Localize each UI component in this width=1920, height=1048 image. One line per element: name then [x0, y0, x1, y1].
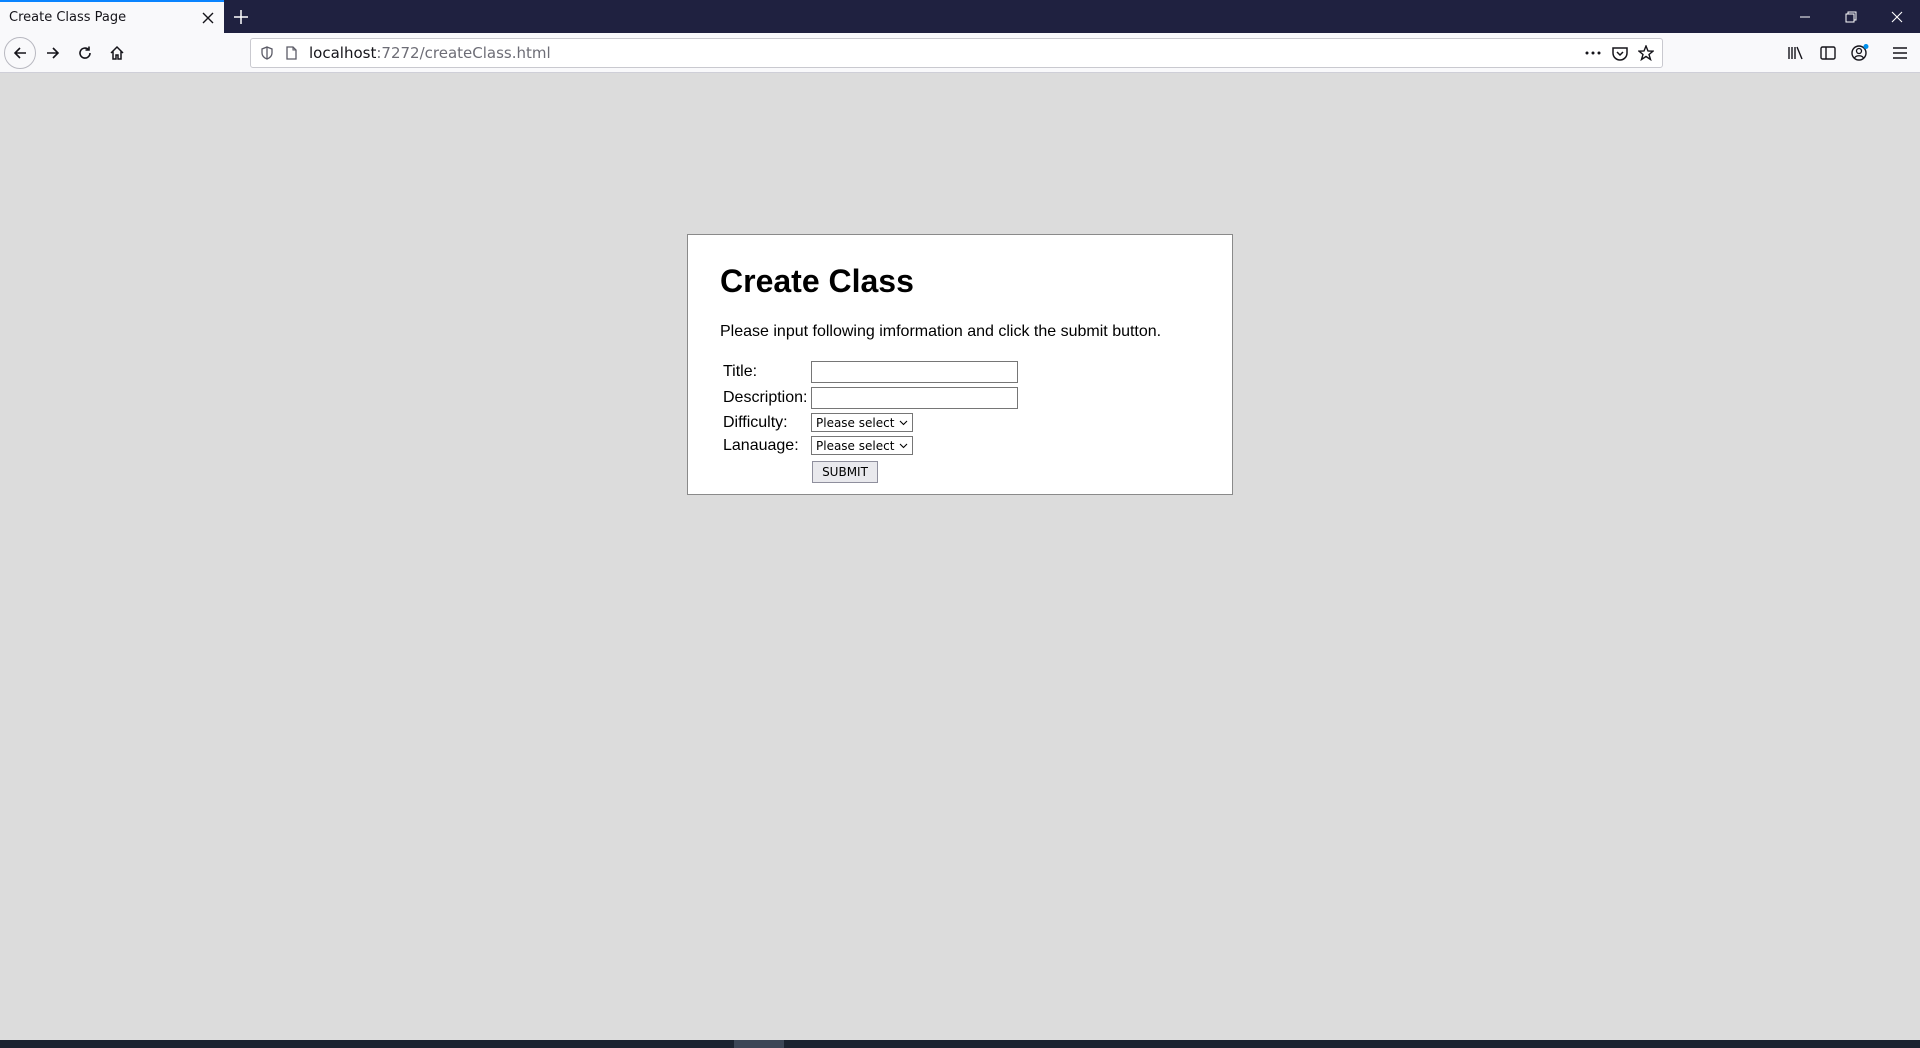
address-bar[interactable]: localhost:7272/createClass.html: [250, 38, 1663, 68]
submit-button[interactable]: SUBMIT: [812, 461, 878, 483]
forward-button[interactable]: [37, 37, 69, 69]
url-path: :7272/createClass.html: [376, 44, 551, 62]
page-title: Create Class: [720, 263, 914, 299]
home-icon: [110, 45, 124, 60]
instructions-text: Please input following imformation and c…: [720, 323, 1162, 340]
title-input[interactable]: [811, 361, 1018, 383]
restore-icon[interactable]: [1828, 0, 1874, 33]
minimize-icon[interactable]: [1782, 0, 1828, 33]
shield-icon[interactable]: [255, 39, 279, 67]
tab-title: Create Class Page: [9, 10, 127, 25]
title-label: Title:: [723, 363, 758, 380]
chevron-down-icon: [899, 420, 908, 425]
difficulty-selected-value: Please select: [816, 415, 895, 430]
tab-create-class[interactable]: Create Class Page: [0, 0, 224, 33]
sidebar-icon[interactable]: [1812, 37, 1844, 69]
taskbar: [0, 1040, 1920, 1048]
language-row: Lanauage: Please select: [723, 436, 913, 455]
title-row: Title:: [723, 361, 1018, 383]
description-input[interactable]: [811, 387, 1018, 409]
language-label: Lanauage:: [723, 436, 799, 454]
library-icon[interactable]: [1780, 37, 1812, 69]
hamburger-icon[interactable]: [1884, 37, 1916, 69]
pocket-icon[interactable]: [1608, 39, 1632, 67]
description-row: Description:: [723, 387, 1018, 409]
close-icon[interactable]: [194, 4, 222, 32]
taskbar-active-app[interactable]: [734, 1040, 784, 1048]
description-label: Description:: [723, 389, 808, 406]
difficulty-label: Difficulty:: [723, 413, 788, 431]
more-icon[interactable]: [1581, 39, 1605, 67]
navigation-toolbar: localhost:7272/createClass.html: [0, 33, 1920, 73]
difficulty-row: Difficulty: Please select: [723, 413, 913, 432]
arrow-left-icon: [13, 47, 26, 59]
star-icon[interactable]: [1634, 39, 1658, 67]
arrow-right-icon: [47, 47, 60, 59]
create-class-card: Create Class Please input following imfo…: [687, 234, 1233, 495]
url-text[interactable]: localhost:7272/createClass.html: [309, 39, 551, 67]
account-icon[interactable]: [1844, 37, 1876, 69]
url-host: localhost: [309, 44, 377, 62]
page-icon[interactable]: [279, 39, 303, 67]
reload-button[interactable]: [69, 37, 101, 69]
back-button[interactable]: [4, 37, 36, 69]
language-selected-value: Please select: [816, 438, 895, 453]
reload-icon: [79, 46, 91, 59]
plus-icon[interactable]: [228, 0, 254, 33]
language-select[interactable]: Please select: [811, 436, 913, 455]
difficulty-select[interactable]: Please select: [811, 413, 913, 432]
page-content: Create Class Please input following imfo…: [0, 74, 1920, 1040]
close-window-icon[interactable]: [1874, 0, 1920, 33]
chevron-down-icon: [899, 443, 908, 448]
home-button[interactable]: [101, 37, 133, 69]
tab-strip: Create Class Page: [0, 0, 1920, 33]
